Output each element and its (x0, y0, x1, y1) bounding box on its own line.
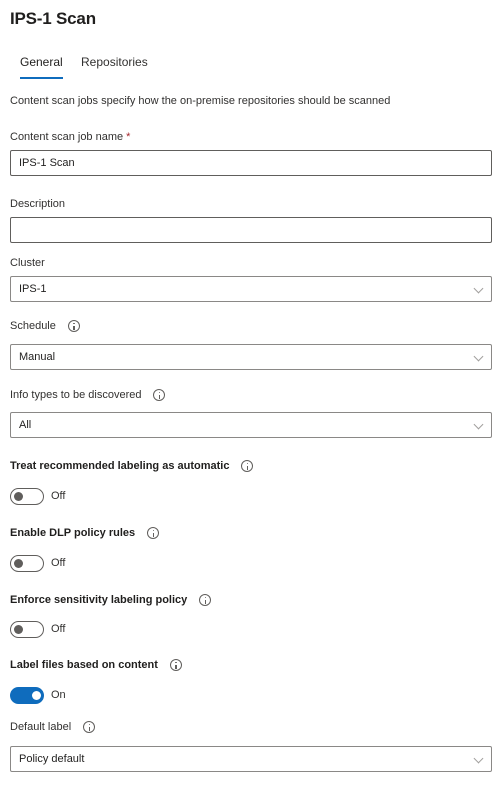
enforce-labeling-toggle-row: Off (10, 620, 65, 638)
dlp-rules-toggle-row: Off (10, 554, 65, 572)
toggle-knob (14, 558, 23, 568)
dlp-rules-toggle[interactable] (10, 554, 44, 572)
required-marker: * (126, 131, 131, 143)
info-icon[interactable] (153, 389, 166, 401)
info-icon[interactable] (67, 320, 80, 332)
cluster-value: IPS-1 (19, 283, 47, 295)
cluster-dropdown[interactable]: IPS-1 (10, 276, 492, 302)
tab-general[interactable]: General (10, 52, 73, 80)
default-label-dropdown[interactable]: Policy default (10, 746, 492, 772)
description-input[interactable] (10, 217, 492, 243)
label-by-content-toggle-row: On (10, 686, 66, 704)
info-types-dropdown[interactable]: All (10, 412, 492, 438)
scan-job-panel: IPS-1 Scan General Repositories Content … (0, 0, 500, 785)
info-types-label: Info types to be discovered (10, 389, 166, 401)
default-label-value: Policy default (19, 753, 85, 765)
info-types-value: All (19, 419, 32, 431)
info-icon[interactable] (169, 659, 182, 671)
chevron-down-icon (473, 351, 484, 362)
toggle-state-text: Off (51, 557, 66, 569)
info-icon[interactable] (241, 460, 254, 472)
recommended-labeling-toggle[interactable] (10, 487, 44, 505)
dlp-rules-label: Enable DLP policy rules (10, 527, 160, 539)
chevron-down-icon (473, 419, 484, 430)
schedule-label: Schedule (10, 320, 80, 332)
info-icon[interactable] (83, 721, 96, 733)
schedule-value: Manual (19, 351, 56, 363)
job-name-label: Content scan job name * (10, 131, 131, 143)
tab-bar: General Repositories (10, 52, 490, 80)
label-by-content-toggle[interactable] (10, 686, 44, 704)
enforce-labeling-label: Enforce sensitivity labeling policy (10, 594, 212, 606)
job-name-input[interactable] (10, 150, 492, 176)
toggle-knob (14, 624, 23, 634)
label-by-content-label: Label files based on content (10, 659, 182, 671)
info-icon[interactable] (199, 594, 212, 606)
toggle-state-text: Off (51, 490, 66, 502)
chevron-down-icon (473, 283, 484, 294)
schedule-dropdown[interactable]: Manual (10, 344, 492, 370)
recommended-labeling-toggle-row: Off (10, 487, 65, 505)
cluster-label: Cluster (10, 257, 45, 269)
info-icon[interactable] (147, 527, 160, 539)
toggle-knob (14, 491, 23, 501)
description-label: Description (10, 198, 66, 210)
default-label-label: Default label (10, 721, 96, 733)
toggle-state-text: On (51, 689, 66, 701)
intro-text: Content scan jobs specify how the on-pre… (10, 95, 391, 107)
enforce-labeling-toggle[interactable] (10, 620, 44, 638)
tab-repositories[interactable]: Repositories (71, 52, 158, 80)
recommended-labeling-label: Treat recommended labeling as automatic (10, 460, 254, 472)
chevron-down-icon (473, 753, 484, 764)
toggle-knob (32, 690, 41, 700)
page-title: IPS-1 Scan (10, 9, 96, 28)
toggle-state-text: Off (51, 623, 66, 635)
